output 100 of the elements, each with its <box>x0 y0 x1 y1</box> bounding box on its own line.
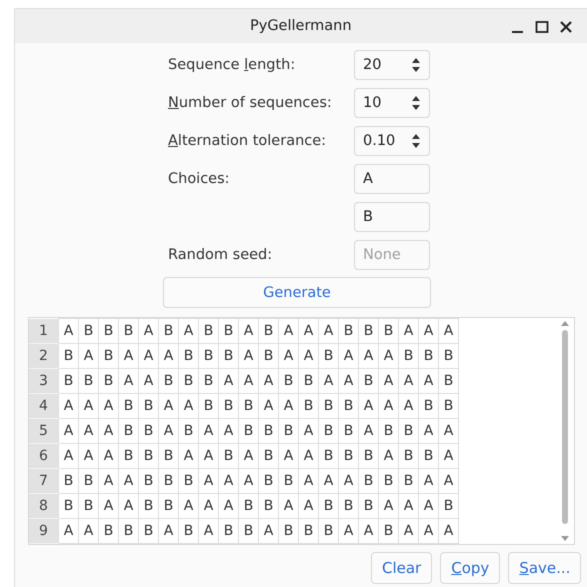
table-cell: B <box>58 344 78 368</box>
table-cell: A <box>398 318 418 344</box>
table-cell: B <box>278 368 298 394</box>
table-cell: A <box>238 318 258 344</box>
table-cell: A <box>338 518 358 544</box>
table-cell: B <box>138 468 158 494</box>
table-cell: A <box>118 494 138 518</box>
table-cell: B <box>278 418 298 444</box>
table-cell: B <box>238 394 258 418</box>
action-button[interactable]: Clear <box>371 552 432 584</box>
table-cell: B <box>258 418 278 444</box>
table-cell: A <box>158 344 178 368</box>
table-cell: B <box>318 494 338 518</box>
table-cell: B <box>198 344 218 368</box>
table-cell: B <box>118 318 138 344</box>
table-cell: B <box>318 518 338 544</box>
table-cell: B <box>138 444 158 468</box>
table-cell: A <box>298 444 318 468</box>
table-cell: B <box>358 444 378 468</box>
table-cell: B <box>298 368 318 394</box>
table-cell: B <box>118 394 138 418</box>
spin-box[interactable]: 0.10 <box>354 126 430 156</box>
table-cell: B <box>138 394 158 418</box>
table-cell: B <box>218 318 238 344</box>
table-cell: A <box>418 418 438 444</box>
scrollbar[interactable] <box>560 320 570 542</box>
table-cell: B <box>438 394 458 418</box>
table-cell: B <box>158 444 178 468</box>
row-header: 4 <box>29 394 58 418</box>
table-cell: B <box>78 468 98 494</box>
table-cell: A <box>278 394 298 418</box>
table-cell: B <box>58 494 78 518</box>
table-cell: A <box>238 368 258 394</box>
table-cell: A <box>198 494 218 518</box>
table-cell: B <box>378 468 398 494</box>
table-cell: A <box>238 468 258 494</box>
table-cell: A <box>218 368 238 394</box>
field-label: Choices: <box>168 171 230 187</box>
table-cell: A <box>378 444 398 468</box>
input-field[interactable]: A <box>354 164 430 194</box>
table-cell: A <box>358 518 378 544</box>
table-cell: B <box>418 394 438 418</box>
table-cell: A <box>418 494 438 518</box>
table-cell: B <box>358 318 378 344</box>
table-cell: B <box>138 418 158 444</box>
table-cell: A <box>298 494 318 518</box>
table-cell: A <box>198 518 218 544</box>
input-field[interactable]: None <box>354 240 430 270</box>
table-cell: B <box>138 518 158 544</box>
row-header: 8 <box>29 494 58 518</box>
table-cell: B <box>178 468 198 494</box>
close-icon[interactable] <box>559 20 573 34</box>
table-cell: B <box>378 318 398 344</box>
spin-arrows-icon[interactable] <box>411 56 421 74</box>
spin-arrows-icon[interactable] <box>411 94 421 112</box>
action-button[interactable]: Copy <box>440 552 500 584</box>
table-cell: A <box>78 444 98 468</box>
scroll-up-icon[interactable] <box>561 320 569 326</box>
table-cell: A <box>118 344 138 368</box>
action-button[interactable]: Save... <box>508 552 582 584</box>
table-cell: B <box>78 368 98 394</box>
table-cell: B <box>98 518 118 544</box>
table-cell: A <box>278 494 298 518</box>
table-cell: B <box>318 344 338 368</box>
table-cell: A <box>278 444 298 468</box>
table-cell: A <box>178 394 198 418</box>
scrollbar-thumb[interactable] <box>562 330 568 524</box>
table-cell: A <box>198 468 218 494</box>
row-header: 2 <box>29 344 58 368</box>
maximize-icon[interactable] <box>535 20 549 34</box>
table-cell: A <box>318 368 338 394</box>
table-cell: A <box>98 394 118 418</box>
table-cell: A <box>438 468 458 494</box>
table-cell: B <box>78 318 98 344</box>
table-cell: A <box>398 394 418 418</box>
generate-button[interactable]: Generate <box>163 277 431 308</box>
table-cell: B <box>158 494 178 518</box>
table-cell: A <box>58 394 78 418</box>
field-label: Random seed: <box>168 247 272 263</box>
table-cell: A <box>198 444 218 468</box>
scroll-down-icon[interactable] <box>561 536 569 542</box>
table-cell: A <box>278 318 298 344</box>
table-cell: A <box>298 344 318 368</box>
row-header: 1 <box>29 318 58 344</box>
spin-box[interactable]: 10 <box>354 88 430 118</box>
table-cell: A <box>278 344 298 368</box>
input-field[interactable]: B <box>354 202 430 232</box>
table-cell: B <box>338 494 358 518</box>
table-cell: A <box>418 318 438 344</box>
spin-box[interactable]: 20 <box>354 50 430 80</box>
table-cell: A <box>438 418 458 444</box>
field-label: Number of sequences: <box>168 95 332 111</box>
table-cell: A <box>358 344 378 368</box>
table-cell: B <box>438 344 458 368</box>
spin-arrows-icon[interactable] <box>411 132 421 150</box>
table-cell: B <box>118 518 138 544</box>
table-cell: B <box>318 444 338 468</box>
table-cell: A <box>198 418 218 444</box>
table-cell: A <box>158 518 178 544</box>
table-cell: A <box>58 318 78 344</box>
